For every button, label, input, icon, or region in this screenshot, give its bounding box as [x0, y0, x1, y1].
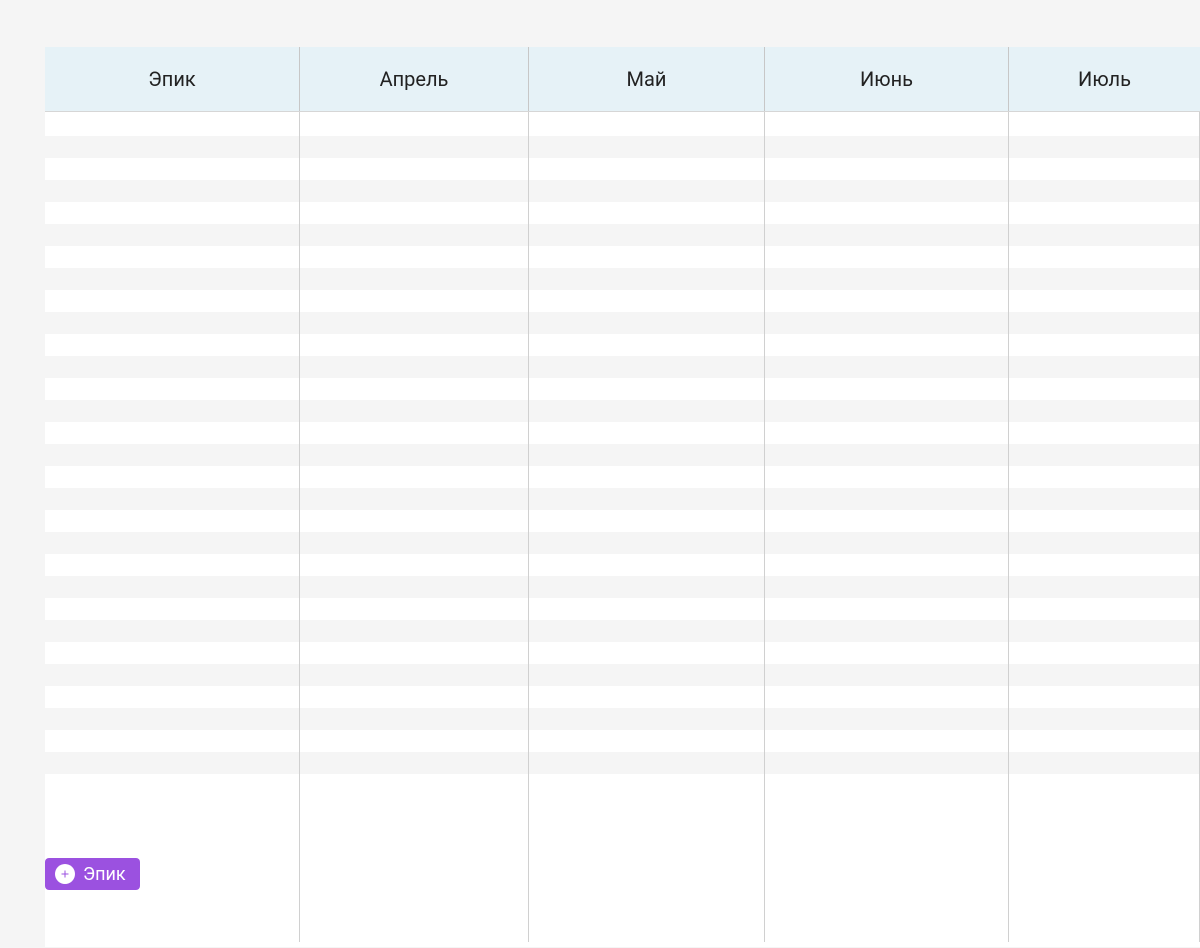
- row-stripe: [45, 114, 1200, 136]
- row-stripe: [45, 466, 1200, 488]
- row-stripe: [45, 422, 1200, 444]
- row-stripe: [45, 224, 1200, 246]
- row-stripe: [45, 664, 1200, 686]
- row-stripe: [45, 400, 1200, 422]
- row-stripe: [45, 158, 1200, 180]
- row-stripe: [45, 246, 1200, 268]
- row-stripe: [45, 378, 1200, 400]
- row-stripe: [45, 708, 1200, 730]
- row-stripe: [45, 180, 1200, 202]
- row-stripe: [45, 510, 1200, 532]
- row-stripe: [45, 554, 1200, 576]
- row-stripe: [45, 444, 1200, 466]
- month-gridline: [528, 112, 529, 942]
- row-stripe: [45, 312, 1200, 334]
- gantt-body: Модуль 1•••Разработка ТЗ•••Дизайн•••Адап…: [45, 112, 1200, 942]
- add-epic-button[interactable]: Эпик: [45, 858, 140, 890]
- header-month: Май: [529, 47, 765, 111]
- row-stripe: [45, 136, 1200, 158]
- row-stripe: [45, 290, 1200, 312]
- row-stripe: [45, 620, 1200, 642]
- month-gridline: [1008, 112, 1009, 942]
- gantt-chart: Эпик Апрель Май Июнь Июль Модуль 1•••Раз…: [45, 47, 1200, 947]
- header-month: Июль: [1009, 47, 1200, 111]
- row-stripe: [45, 598, 1200, 620]
- row-stripe: [45, 532, 1200, 554]
- row-stripe: [45, 268, 1200, 290]
- row-stripe: [45, 752, 1200, 774]
- tree-divider: [299, 112, 300, 942]
- row-stripe: [45, 202, 1200, 224]
- row-stripe: [45, 488, 1200, 510]
- header-row: Эпик Апрель Май Июнь Июль: [45, 47, 1200, 112]
- row-stripe: [45, 730, 1200, 752]
- header-month: Июнь: [765, 47, 1009, 111]
- month-gridline: [764, 112, 765, 942]
- row-stripe: [45, 642, 1200, 664]
- row-stripe: [45, 576, 1200, 598]
- plus-circle-icon: [55, 864, 75, 884]
- header-month: Апрель: [300, 47, 529, 111]
- add-epic-label: Эпик: [83, 864, 126, 885]
- row-stripe: [45, 356, 1200, 378]
- row-stripe: [45, 334, 1200, 356]
- row-stripe: [45, 686, 1200, 708]
- header-epic-col: Эпик: [45, 47, 300, 111]
